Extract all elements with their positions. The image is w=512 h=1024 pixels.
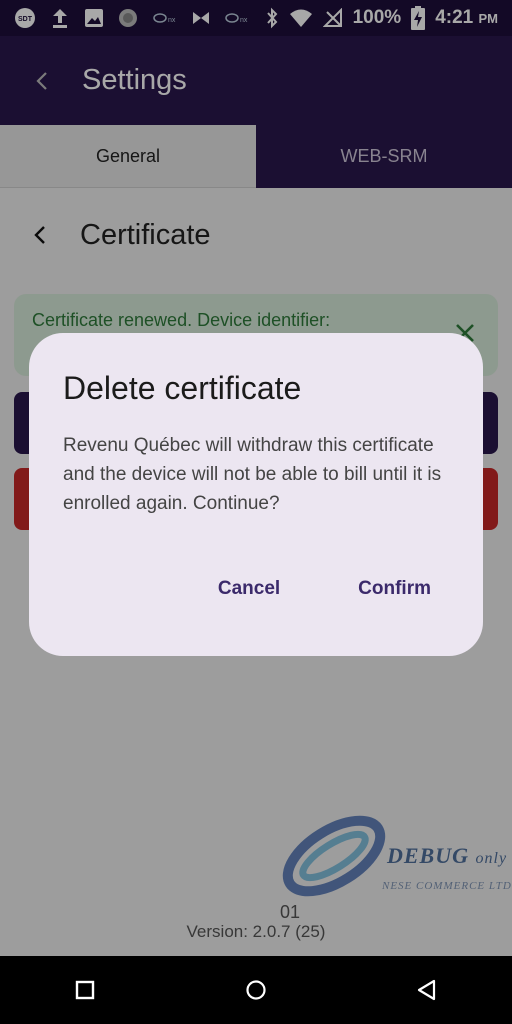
circle-home-icon	[246, 980, 266, 1000]
recents-button[interactable]	[65, 970, 105, 1010]
back-nav-button[interactable]	[407, 970, 447, 1010]
cancel-button[interactable]: Cancel	[218, 578, 280, 600]
confirm-button[interactable]: Confirm	[358, 578, 431, 600]
dialog-actions: Cancel Confirm	[218, 578, 431, 600]
triangle-back-icon	[417, 979, 435, 1001]
dialog-message: Revenu Québec will withdraw this certifi…	[63, 435, 442, 514]
delete-certificate-dialog: Delete certificate Revenu Québec will wi…	[29, 333, 483, 656]
system-nav-bar	[0, 956, 512, 1024]
home-button[interactable]	[236, 970, 276, 1010]
square-icon	[76, 980, 95, 1000]
dialog-title: Delete certificate	[63, 370, 302, 406]
